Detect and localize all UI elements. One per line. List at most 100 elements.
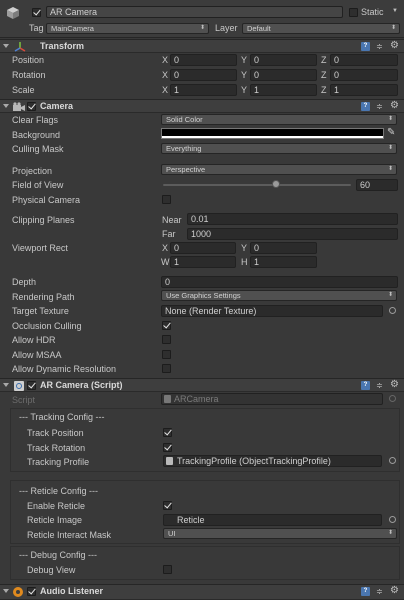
viewport-h-field[interactable]: 1 [250, 256, 317, 268]
object-picker-circle-icon[interactable] [389, 457, 396, 464]
scale-z-field[interactable]: 1 [330, 84, 398, 96]
gear-icon[interactable]: ⚙ [390, 101, 400, 111]
axis-z-label[interactable]: Z [321, 55, 327, 66]
debug-view-checkbox[interactable] [163, 565, 172, 574]
eyedropper-icon[interactable]: ✎ [387, 127, 395, 138]
preset-sliders-icon[interactable]: ≑ [376, 587, 386, 596]
allow-msaa-checkbox[interactable] [162, 350, 171, 359]
axis-x-label[interactable]: X [162, 70, 168, 81]
rendering-path-dropdown[interactable]: Use Graphics Settings ⬍ [161, 290, 397, 301]
tracking-profile-field[interactable]: TrackingProfile (ObjectTrackingProfile) [163, 455, 382, 467]
axis-y-label[interactable]: Y [241, 243, 247, 254]
projection-dropdown[interactable]: Perspective ⬍ [161, 164, 397, 175]
tracking-config-header: --- Tracking Config --- [19, 412, 105, 422]
reticle-image-field[interactable]: Reticle [163, 514, 382, 526]
reticle-interact-mask-dropdown[interactable]: UI ⬍ [163, 528, 397, 539]
track-rotation-checkbox[interactable] [163, 443, 172, 452]
static-checkbox[interactable] [349, 8, 358, 17]
object-picker-circle-icon[interactable] [389, 307, 396, 314]
ar-camera-script-header[interactable]: AR Camera (Script) ? ≑ ⚙ [0, 378, 404, 392]
axis-x-label[interactable]: X [162, 85, 168, 96]
object-picker-circle-icon[interactable] [389, 516, 396, 523]
position-y-field[interactable]: 0 [250, 54, 317, 66]
reticle-image-value: Reticle [177, 515, 205, 525]
fov-slider-thumb[interactable] [271, 180, 280, 188]
far-label[interactable]: Far [162, 229, 176, 240]
culling-mask-dropdown[interactable]: Everything ⬍ [161, 143, 397, 154]
position-x-field[interactable]: 0 [170, 54, 237, 66]
help-book-icon[interactable]: ? [361, 381, 370, 390]
background-color-swatch[interactable] [161, 128, 384, 139]
track-position-checkbox[interactable] [163, 428, 172, 437]
allow-dynamic-resolution-checkbox[interactable] [162, 364, 171, 373]
position-label: Position [12, 55, 45, 65]
axis-y-label[interactable]: Y [241, 55, 247, 66]
fov-slider-track[interactable] [163, 184, 351, 186]
axis-y-label[interactable]: Y [241, 85, 247, 96]
allow-hdr-label: Allow HDR [12, 335, 56, 345]
tag-dropdown[interactable]: MainCamera ⬍ [46, 23, 209, 34]
help-book-icon[interactable]: ? [361, 587, 370, 596]
gear-icon[interactable]: ⚙ [390, 41, 400, 51]
transform-header[interactable]: Transform ? ≑ ⚙ [0, 39, 404, 53]
fold-arrow-icon[interactable] [3, 44, 9, 48]
scale-y-field[interactable]: 1 [250, 84, 317, 96]
scale-x-field[interactable]: 1 [170, 84, 237, 96]
help-book-icon[interactable]: ? [361, 102, 370, 111]
occlusion-culling-checkbox[interactable] [162, 321, 171, 330]
gameobject-header: AR Camera Static ▼ Tag MainCamera ⬍ Laye… [0, 0, 404, 38]
camera-enabled-checkbox[interactable] [27, 102, 36, 111]
clear-flags-label: Clear Flags [12, 115, 59, 125]
rendering-path-label: Rendering Path [12, 292, 75, 302]
clear-flags-dropdown[interactable]: Solid Color ⬍ [161, 114, 397, 125]
rotation-z-field[interactable]: 0 [330, 69, 398, 81]
target-texture-field[interactable]: None (Render Texture) [161, 305, 383, 317]
reticle-group-left-border [10, 480, 11, 543]
viewport-w-field[interactable]: 1 [170, 256, 236, 268]
near-label[interactable]: Near [162, 215, 182, 226]
enable-reticle-checkbox[interactable] [163, 501, 172, 510]
axis-x-label[interactable]: X [162, 243, 168, 254]
gear-icon[interactable]: ⚙ [390, 586, 400, 596]
axis-w-label[interactable]: W [161, 257, 170, 268]
far-field[interactable]: 1000 [187, 228, 398, 240]
gear-icon[interactable]: ⚙ [390, 380, 400, 390]
axis-z-label[interactable]: Z [321, 85, 327, 96]
fold-arrow-icon[interactable] [3, 383, 9, 387]
audio-listener-enabled-checkbox[interactable] [27, 587, 36, 596]
preset-sliders-icon[interactable]: ≑ [376, 42, 386, 51]
depth-label: Depth [12, 277, 37, 287]
preset-sliders-icon[interactable]: ≑ [376, 102, 386, 111]
reticle-interact-mask-value: UI [168, 529, 176, 538]
fold-arrow-icon[interactable] [3, 104, 9, 108]
axis-h-label[interactable]: H [241, 257, 248, 268]
transform-title: Transform [40, 41, 85, 51]
reticle-group-right-border [399, 480, 400, 543]
axis-z-label[interactable]: Z [321, 70, 327, 81]
axis-y-label[interactable]: Y [241, 70, 247, 81]
camera-header[interactable]: Camera ? ≑ ⚙ [0, 99, 404, 113]
debug-view-label: Debug View [27, 565, 76, 575]
fov-value-field[interactable]: 60 [356, 179, 398, 191]
viewport-x-field[interactable]: 0 [170, 242, 236, 254]
chevron-updown-icon: ⬍ [387, 145, 393, 151]
preset-sliders-icon[interactable]: ≑ [376, 381, 386, 390]
gameobject-name-field[interactable]: AR Camera [46, 6, 343, 18]
help-book-icon[interactable]: ? [361, 42, 370, 51]
static-dropdown-arrow-icon[interactable]: ▼ [392, 8, 398, 14]
rotation-x-field[interactable]: 0 [170, 69, 237, 81]
axis-x-label[interactable]: X [162, 55, 168, 66]
ar-camera-enabled-checkbox[interactable] [27, 381, 36, 390]
fold-arrow-icon[interactable] [3, 589, 9, 593]
viewport-y-field[interactable]: 0 [250, 242, 317, 254]
field-of-view-label: Field of View [12, 180, 64, 190]
rotation-y-field[interactable]: 0 [250, 69, 317, 81]
allow-hdr-checkbox[interactable] [162, 335, 171, 344]
audio-listener-header[interactable]: Audio Listener ? ≑ ⚙ [0, 584, 404, 600]
layer-dropdown[interactable]: Default ⬍ [242, 23, 400, 34]
near-field[interactable]: 0.01 [187, 213, 398, 225]
position-z-field[interactable]: 0 [330, 54, 398, 66]
physical-camera-checkbox[interactable] [162, 195, 171, 204]
depth-field[interactable]: 0 [161, 276, 398, 288]
gameobject-active-checkbox[interactable] [32, 8, 41, 17]
